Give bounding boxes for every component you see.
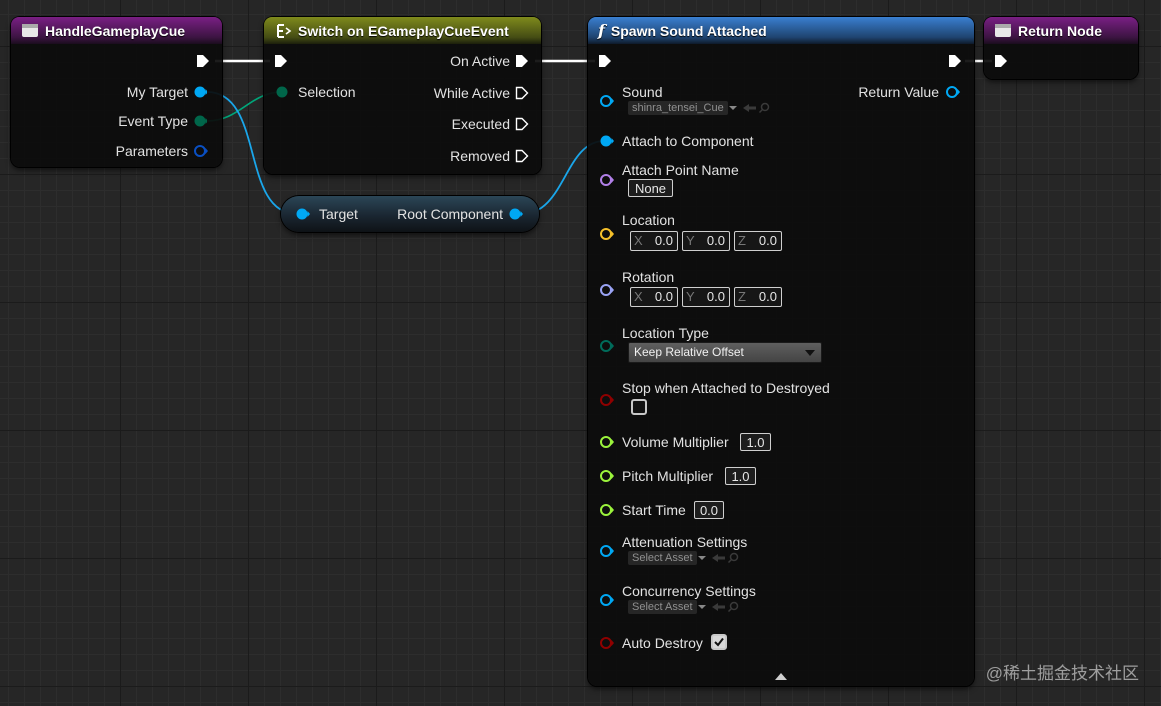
- location-type-pin[interactable]: [599, 339, 615, 358]
- magnifier-icon[interactable]: [727, 552, 739, 564]
- chevron-down-icon: [697, 605, 706, 609]
- exec-arrow-icon[interactable]: [994, 54, 1008, 73]
- selection-pin[interactable]: [275, 85, 289, 104]
- exec-arrow-icon[interactable]: [196, 54, 210, 73]
- on-active-label: On Active: [450, 53, 510, 69]
- attenuation-asset-picker[interactable]: Select Asset: [628, 551, 739, 565]
- attach-point-name-input[interactable]: None: [628, 179, 673, 197]
- magnifier-icon[interactable]: [727, 601, 739, 613]
- chevron-down-icon: [728, 106, 737, 110]
- chevron-down-icon: [805, 350, 815, 356]
- location-z-input[interactable]: Z 0.0: [734, 231, 782, 251]
- watermark: @稀土掘金技术社区: [985, 664, 1139, 683]
- concurrency-asset-picker[interactable]: Select Asset: [628, 600, 739, 614]
- node-header: f Spawn Sound Attached: [588, 17, 974, 44]
- checkmark-icon: [714, 637, 724, 647]
- start-time-input[interactable]: 0.0: [694, 501, 724, 519]
- return-value-label: Return Value: [858, 84, 939, 100]
- volume-multiplier-label: Volume Multiplier: [622, 434, 729, 450]
- sound-label: Sound: [622, 84, 663, 100]
- switch-icon: [274, 23, 292, 39]
- stop-when-attached-pin[interactable]: [599, 393, 615, 412]
- attenuation-settings-pin[interactable]: [599, 544, 615, 563]
- exec-arrow-icon[interactable]: [515, 117, 529, 136]
- root-component-label: Root Component: [397, 206, 503, 222]
- location-type-dropdown[interactable]: Keep Relative Offset: [628, 342, 822, 363]
- executed-label: Executed: [451, 116, 510, 132]
- parameters-pin[interactable]: [193, 144, 209, 163]
- volume-multiplier-pin[interactable]: [599, 435, 615, 454]
- node-title: Switch on EGameplayCueEvent: [298, 22, 509, 39]
- function-icon: f: [598, 21, 605, 40]
- pitch-multiplier-pin[interactable]: [599, 469, 615, 488]
- collapse-arrow-icon[interactable]: [774, 668, 788, 686]
- rotation-label: Rotation: [622, 269, 675, 285]
- while-active-label: While Active: [433, 85, 510, 101]
- rotation-pin[interactable]: [599, 283, 615, 302]
- node-title: Spawn Sound Attached: [610, 22, 767, 39]
- arrow-left-icon[interactable]: [711, 602, 727, 612]
- get-root-component-node[interactable]: Target Root Component: [281, 196, 539, 232]
- return-node[interactable]: Return Node: [984, 17, 1138, 79]
- exec-arrow-icon[interactable]: [515, 86, 529, 105]
- target-label: Target: [319, 206, 358, 222]
- attach-point-name-label: Attach Point Name: [622, 162, 739, 178]
- location-label: Location: [622, 212, 675, 228]
- chevron-down-icon: [697, 556, 706, 560]
- attach-to-component-label: Attach to Component: [622, 133, 754, 149]
- exec-arrow-icon[interactable]: [274, 54, 288, 73]
- return-icon: [994, 23, 1012, 38]
- exec-arrow-icon[interactable]: [515, 54, 529, 73]
- my-target-pin[interactable]: [193, 85, 208, 104]
- attach-to-component-pin[interactable]: [599, 134, 615, 153]
- root-component-pin[interactable]: [508, 207, 524, 226]
- concurrency-settings-label: Concurrency Settings: [622, 583, 756, 599]
- start-time-pin[interactable]: [599, 503, 615, 522]
- location-y-input[interactable]: Y 0.0: [682, 231, 730, 251]
- selection-label: Selection: [298, 84, 356, 100]
- arrow-left-icon[interactable]: [711, 553, 727, 563]
- start-time-label: Start Time: [622, 502, 686, 518]
- concurrency-settings-pin[interactable]: [599, 593, 615, 612]
- location-pin[interactable]: [599, 227, 615, 246]
- target-pin[interactable]: [295, 207, 311, 226]
- node-title: HandleGameplayCue: [45, 22, 186, 39]
- return-value-pin[interactable]: [945, 85, 961, 104]
- switch-node[interactable]: Switch on EGameplayCueEvent Selection On…: [264, 17, 541, 174]
- sound-asset-picker[interactable]: shinra_tensei_Cue: [628, 101, 770, 115]
- auto-destroy-checkbox[interactable]: [711, 634, 727, 650]
- event-type-pin[interactable]: [193, 114, 208, 133]
- my-target-label: My Target: [126, 84, 188, 100]
- node-header: Return Node: [984, 17, 1138, 44]
- auto-destroy-pin[interactable]: [599, 636, 615, 655]
- rotation-y-input[interactable]: Y 0.0: [682, 287, 730, 307]
- attenuation-settings-label: Attenuation Settings: [622, 534, 748, 550]
- location-x-input[interactable]: X 0.0: [630, 231, 678, 251]
- stop-when-attached-checkbox[interactable]: [631, 399, 647, 415]
- attach-point-name-pin[interactable]: [599, 173, 615, 192]
- sound-pin[interactable]: [599, 94, 615, 113]
- arrow-left-icon[interactable]: [742, 103, 758, 113]
- spawn-sound-attached-node[interactable]: f Spawn Sound Attached Return Value Soun…: [588, 17, 974, 686]
- rotation-x-input[interactable]: X 0.0: [630, 287, 678, 307]
- event-type-label: Event Type: [118, 113, 188, 129]
- auto-destroy-label: Auto Destroy: [622, 635, 703, 651]
- node-header: Switch on EGameplayCueEvent: [264, 17, 541, 44]
- magnifier-icon[interactable]: [758, 102, 770, 114]
- removed-label: Removed: [450, 148, 510, 164]
- node-title: Return Node: [1018, 22, 1102, 39]
- rotation-z-input[interactable]: Z 0.0: [734, 287, 782, 307]
- volume-multiplier-input[interactable]: 1.0: [740, 433, 771, 451]
- location-type-label: Location Type: [622, 325, 709, 341]
- exec-arrow-icon[interactable]: [515, 149, 529, 168]
- pitch-multiplier-label: Pitch Multiplier: [622, 468, 714, 484]
- exec-arrow-icon[interactable]: [948, 54, 962, 73]
- pitch-multiplier-input[interactable]: 1.0: [725, 467, 756, 485]
- node-header: HandleGameplayCue: [11, 17, 222, 44]
- handle-gameplay-cue-node[interactable]: HandleGameplayCue My Target Event Type P…: [11, 17, 222, 167]
- parameters-label: Parameters: [115, 143, 188, 159]
- exec-arrow-icon[interactable]: [598, 54, 612, 73]
- event-icon: [21, 23, 39, 38]
- stop-when-attached-label: Stop when Attached to Destroyed: [622, 380, 830, 396]
